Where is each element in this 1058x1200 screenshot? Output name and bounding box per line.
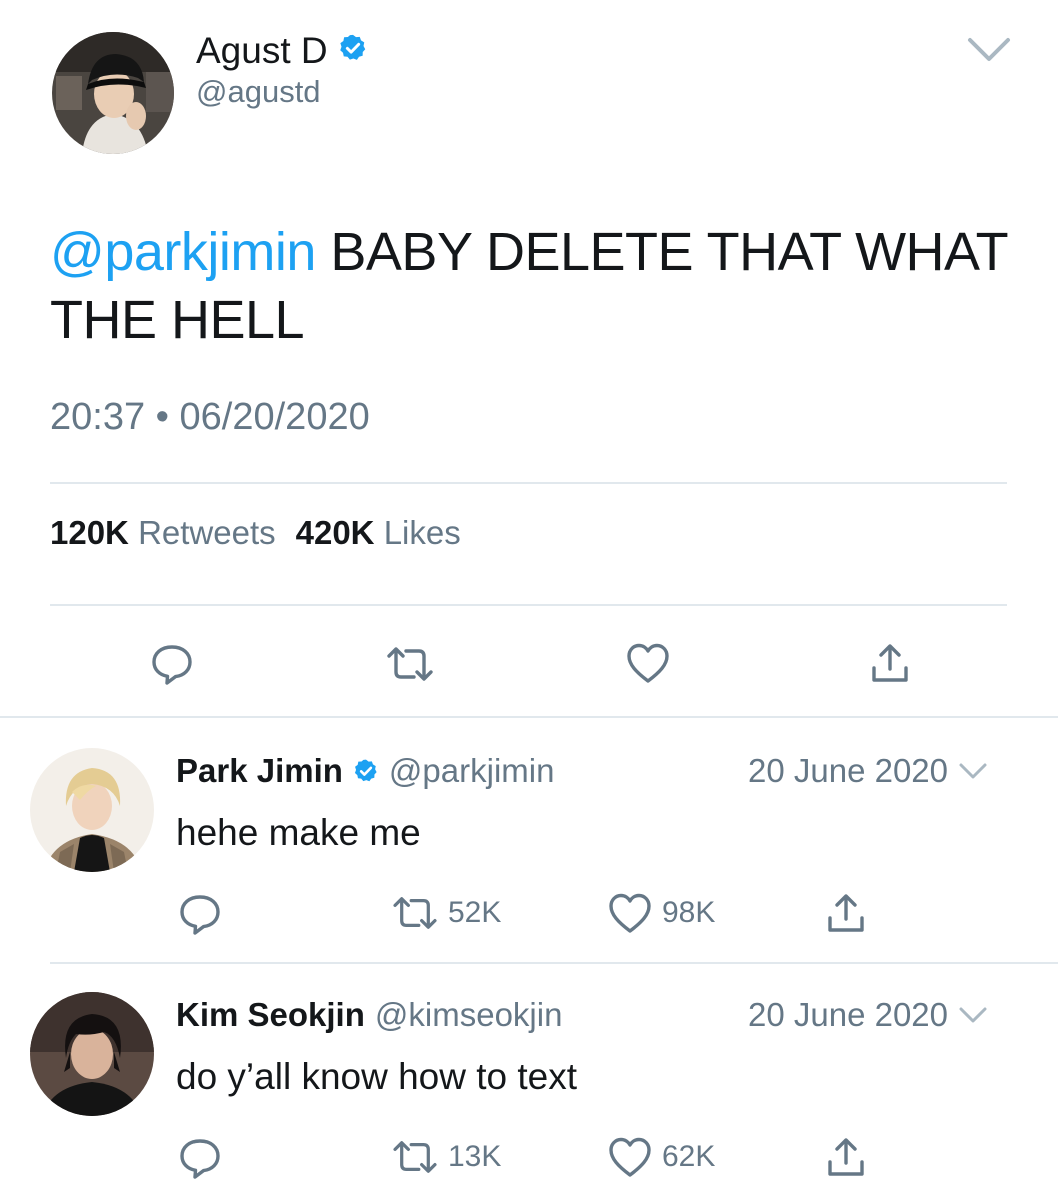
reply-date-text: 20 June 2020 bbox=[748, 996, 949, 1033]
reply-header: Kim Seokjin @kimseokjin bbox=[176, 996, 562, 1034]
reply-button[interactable] bbox=[178, 892, 222, 936]
reply-tweet[interactable]: Park Jimin @parkjimin 20 June 2020 hehe … bbox=[0, 718, 1058, 962]
reply-date[interactable]: 20 June 2020 bbox=[748, 752, 988, 790]
like-button[interactable]: 62K bbox=[608, 1136, 715, 1178]
reply-button[interactable] bbox=[150, 642, 194, 686]
likes-label: Likes bbox=[383, 514, 461, 551]
chevron-down-icon[interactable] bbox=[958, 761, 988, 781]
retweet-button[interactable]: 13K bbox=[392, 1138, 501, 1176]
handle[interactable]: @agustd bbox=[196, 74, 321, 110]
divider bbox=[50, 604, 1007, 606]
handle[interactable]: @kimseokjin bbox=[375, 996, 563, 1034]
chevron-down-icon[interactable] bbox=[966, 34, 1012, 66]
retweet-icon bbox=[387, 647, 433, 681]
reply-header: Park Jimin @parkjimin bbox=[176, 752, 554, 790]
verified-badge-icon bbox=[338, 30, 368, 72]
reply-text: do y’all know how to text bbox=[176, 1056, 578, 1097]
display-name[interactable]: Park Jimin bbox=[176, 752, 343, 790]
divider bbox=[50, 482, 1007, 484]
like-icon bbox=[609, 893, 651, 933]
share-icon bbox=[828, 1138, 864, 1176]
chevron-down-icon[interactable] bbox=[958, 1005, 988, 1025]
retweet-count: 52K bbox=[448, 896, 502, 929]
retweet-button[interactable] bbox=[386, 644, 434, 684]
like-count: 98K bbox=[662, 896, 716, 929]
timestamp[interactable]: 20:37 • 06/20/2020 bbox=[50, 396, 370, 439]
share-button[interactable] bbox=[826, 892, 866, 934]
verified-badge-icon bbox=[354, 759, 377, 782]
retweet-button[interactable]: 52K bbox=[392, 894, 501, 932]
share-button[interactable] bbox=[870, 642, 910, 684]
reply-icon bbox=[180, 895, 220, 935]
avatar[interactable] bbox=[30, 992, 154, 1116]
reply-button[interactable] bbox=[178, 1136, 222, 1180]
tweet-text: @parkjimin BABY DELETE THAT WHAT THE HEL… bbox=[50, 218, 1010, 354]
reply-date[interactable]: 20 June 2020 bbox=[748, 996, 988, 1034]
retweets-label: Retweets bbox=[138, 514, 276, 551]
tweet-actions bbox=[0, 636, 1058, 690]
likes-count: 420K bbox=[295, 514, 375, 551]
tweet-date: 06/20/2020 bbox=[179, 396, 370, 438]
avatar[interactable] bbox=[52, 32, 174, 154]
share-button[interactable] bbox=[826, 1136, 866, 1178]
retweet-count: 13K bbox=[448, 1140, 502, 1173]
like-icon bbox=[609, 1137, 651, 1177]
retweet-icon bbox=[393, 1141, 437, 1173]
tweet-time: 20:37 bbox=[50, 396, 146, 438]
main-tweet: Agust D @agustd @parkjimin BABY DELETE T… bbox=[0, 0, 1058, 718]
like-icon bbox=[627, 643, 669, 683]
display-name[interactable]: Kim Seokjin bbox=[176, 996, 365, 1034]
timestamp-separator: • bbox=[155, 396, 169, 438]
likes-stat[interactable]: 420K Likes bbox=[296, 514, 461, 552]
reply-icon bbox=[180, 1139, 220, 1179]
like-button[interactable] bbox=[626, 642, 670, 684]
like-count: 62K bbox=[662, 1140, 716, 1173]
avatar[interactable] bbox=[30, 748, 154, 872]
retweets-count: 120K bbox=[50, 514, 129, 551]
tweet-stats: 120K Retweets 420K Likes bbox=[50, 514, 461, 552]
handle[interactable]: @parkjimin bbox=[389, 752, 555, 790]
reply-text: hehe make me bbox=[176, 812, 421, 853]
reply-icon bbox=[152, 645, 192, 685]
retweets-stat[interactable]: 120K Retweets bbox=[50, 514, 276, 552]
display-name[interactable]: Agust D bbox=[196, 30, 368, 72]
share-icon bbox=[828, 894, 864, 932]
reply-date-text: 20 June 2020 bbox=[748, 752, 949, 789]
share-icon bbox=[872, 644, 908, 682]
like-button[interactable]: 98K bbox=[608, 892, 715, 934]
retweet-icon bbox=[393, 897, 437, 929]
display-name-text[interactable]: Agust D bbox=[196, 30, 328, 72]
mention-link[interactable]: @parkjimin bbox=[50, 222, 316, 282]
reply-tweet[interactable]: Kim Seokjin @kimseokjin 20 June 2020 do … bbox=[0, 964, 1058, 1200]
